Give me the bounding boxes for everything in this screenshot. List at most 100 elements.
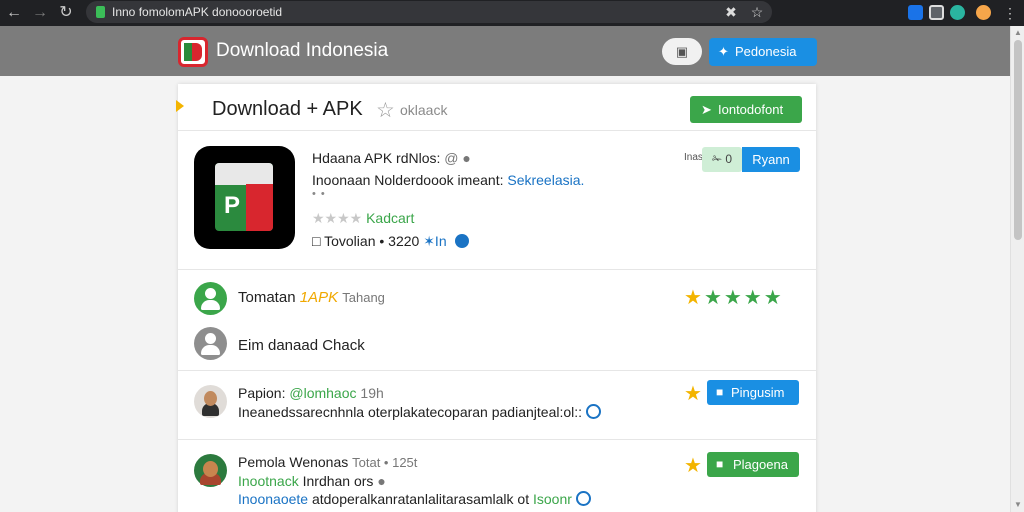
comment-handle[interactable]: @lomhaoc bbox=[289, 385, 356, 401]
comment-tag: 1APK bbox=[299, 289, 339, 306]
reply-icon[interactable] bbox=[575, 491, 591, 506]
avatar[interactable] bbox=[194, 385, 227, 418]
divider bbox=[178, 370, 816, 371]
card-title: Download + APK bbox=[212, 98, 363, 120]
comment-link[interactable]: Isoonr bbox=[533, 491, 572, 507]
scroll-thumb[interactable] bbox=[1014, 40, 1022, 240]
star-icon: ★ bbox=[684, 383, 702, 405]
comment-time: 19h bbox=[360, 385, 384, 401]
avatar[interactable] bbox=[194, 454, 227, 487]
secure-lock-icon bbox=[96, 6, 105, 18]
browser-toolbar: ← → ↻ Inno fomolomAPK donoooroetid ✖ ☆ ⋮ bbox=[0, 0, 1024, 26]
avatar[interactable] bbox=[194, 327, 227, 360]
event-button[interactable]: Ryann bbox=[742, 147, 800, 172]
info-icon: ● bbox=[377, 473, 386, 489]
comment-author[interactable]: Papion: bbox=[238, 385, 285, 401]
app-description-link[interactable]: Sekreelasia. bbox=[507, 172, 584, 188]
translate-icon: ■ bbox=[716, 385, 724, 399]
download-button[interactable]: ➤ Iontodofont bbox=[690, 96, 802, 123]
app-stats-text: Tovolian • 3220 bbox=[324, 233, 420, 249]
app-meta-dots: • • bbox=[312, 188, 326, 200]
comment-body: Ineanedssarecnhnla oterplakatecoparan pa… bbox=[238, 404, 583, 420]
comment-text: Inoonaoete atdoperalkanratanlalitarasaml… bbox=[238, 491, 591, 507]
app-name-meta: @ bbox=[444, 150, 459, 166]
rating-stars: ★★★★ bbox=[312, 210, 363, 226]
extension-icon[interactable] bbox=[908, 5, 923, 20]
comment-action-button[interactable]: ■ Plagoena bbox=[707, 452, 799, 477]
comment-body: atdoperalkanratanlalitarasamlalk ot bbox=[311, 491, 530, 507]
site-logo[interactable] bbox=[178, 37, 208, 67]
app-icon-flag bbox=[246, 184, 273, 231]
camera-icon: ▣ bbox=[675, 44, 689, 59]
app-stats: □ Tovolian • 3220 ✶In bbox=[312, 233, 469, 250]
comment-text: Ineanedssarecnhnla oterplakatecoparan pa… bbox=[238, 404, 601, 420]
forward-icon[interactable]: → bbox=[30, 3, 50, 23]
app-card: Download + APK ☆ oklaack ➤ Iontodofont P… bbox=[176, 84, 816, 512]
comment-subline: Inootnack Inrdhan ors ● bbox=[238, 473, 386, 489]
app-small-label: Inas bbox=[684, 152, 703, 163]
comment-action-label: Pingusim bbox=[731, 385, 785, 400]
bookmark-star-icon[interactable]: ☆ bbox=[748, 3, 766, 21]
reply-icon[interactable] bbox=[585, 404, 601, 419]
puzzle-icon: ✦ bbox=[718, 44, 729, 59]
info-icon[interactable]: ● bbox=[462, 150, 470, 166]
menu-icon[interactable]: ⋮ bbox=[1000, 3, 1020, 23]
comment-rating: ★★★★★ bbox=[684, 285, 784, 310]
star-icon: ★ bbox=[684, 287, 704, 309]
back-icon[interactable]: ← bbox=[4, 3, 24, 23]
app-description-text: Inoonaan Nolderdoook imeant: bbox=[312, 172, 504, 188]
rating-label[interactable]: Kadcart bbox=[366, 210, 414, 226]
app-icon-top bbox=[215, 163, 273, 185]
comment-meta: Tahang bbox=[342, 290, 385, 305]
comment-tag[interactable]: Inootnack bbox=[238, 473, 299, 489]
app-icon[interactable]: P bbox=[194, 146, 295, 249]
address-bar[interactable]: Inno fomolomAPK donoooroetid ✖ ☆ bbox=[86, 1, 772, 23]
camera-button[interactable]: ▣ bbox=[662, 38, 702, 65]
divider bbox=[178, 269, 816, 270]
app-description: Inoonaan Nolderdoook imeant: Sekreelasia… bbox=[312, 172, 584, 188]
language-button-label: Pedonesia bbox=[735, 44, 797, 59]
share-toggle[interactable]: ✁ 0 bbox=[702, 147, 742, 172]
edit-icon: □ bbox=[312, 233, 321, 249]
download-icon: ➤ bbox=[701, 102, 712, 117]
comment-text: Eim danaad Chack bbox=[238, 337, 365, 354]
extension-icon[interactable] bbox=[950, 5, 965, 20]
app-stats-link[interactable]: ✶In bbox=[423, 233, 446, 249]
comment-header: Tomatan 1APK Tahang bbox=[238, 289, 385, 306]
site-title[interactable]: Download Indonesia bbox=[216, 40, 388, 62]
app-rating: ★★★★ Kadcart bbox=[312, 210, 414, 227]
comment-action-label: Plagoena bbox=[733, 457, 788, 472]
scroll-down-icon[interactable]: ▼ bbox=[1013, 500, 1023, 510]
card-subtitle: oklaack bbox=[400, 102, 448, 118]
comment-subtext: Inrdhan ors bbox=[302, 473, 374, 489]
star-icon: ★★★★ bbox=[703, 287, 784, 309]
url-text: Inno fomolomAPK donoooroetid bbox=[112, 5, 283, 19]
download-button-label: Iontodofont bbox=[718, 102, 784, 117]
comment-author[interactable]: Tomatan bbox=[238, 289, 296, 306]
app-name: Hdaana APK rdNlos: @ ● bbox=[312, 150, 471, 166]
scroll-up-icon[interactable]: ▲ bbox=[1013, 28, 1023, 38]
favorite-star-icon[interactable]: ☆ bbox=[376, 98, 395, 123]
language-button[interactable]: ✦ Pedonesia bbox=[709, 38, 817, 66]
site-header: Download Indonesia ▣ ✦ Pedonesia bbox=[0, 26, 1010, 76]
extension-icon[interactable] bbox=[929, 5, 944, 20]
comment-author[interactable]: Pemola Wenonas bbox=[238, 454, 348, 470]
star-icon: ★ bbox=[684, 455, 702, 477]
app-name-text: Hdaana APK rdNlos: bbox=[312, 150, 441, 166]
share-icon[interactable]: ✖ bbox=[722, 3, 740, 21]
divider bbox=[178, 130, 816, 131]
comment-header: Papion: @lomhaoc 19h bbox=[238, 385, 384, 401]
chat-icon: ■ bbox=[716, 457, 724, 471]
comment-header: Pemola Wenonas Totat • 125t bbox=[238, 454, 417, 470]
tab-marker-icon bbox=[176, 100, 184, 112]
comment-link[interactable]: Inoonaoete bbox=[238, 491, 308, 507]
verified-icon bbox=[454, 234, 469, 248]
reload-icon[interactable]: ↻ bbox=[56, 3, 76, 23]
comment-action-button[interactable]: ■ Pingusim bbox=[707, 380, 799, 405]
avatar[interactable] bbox=[194, 282, 227, 315]
comment-time: Totat • 125t bbox=[352, 455, 418, 470]
divider bbox=[178, 439, 816, 440]
page-scrollbar[interactable]: ▲ ▼ bbox=[1010, 26, 1024, 512]
profile-avatar[interactable] bbox=[976, 5, 991, 20]
app-icon-letter: P bbox=[224, 192, 241, 219]
